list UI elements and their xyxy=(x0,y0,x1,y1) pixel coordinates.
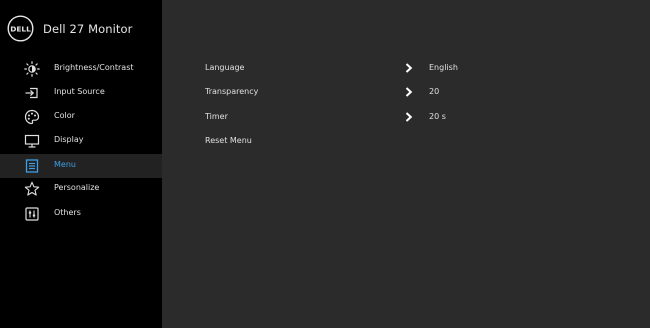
option-language[interactable]: Language English xyxy=(162,57,650,81)
sidebar-item-label: Others xyxy=(54,208,81,217)
option-timer[interactable]: Timer 20 s xyxy=(162,106,650,130)
monitor-osd: DELL Dell 27 Monitor Brightness/Contrast… xyxy=(0,0,653,328)
dell-logo: DELL xyxy=(7,15,34,42)
sidebar-item-menu[interactable]: Menu xyxy=(0,154,162,178)
option-value: English xyxy=(429,63,458,72)
sidebar: DELL Dell 27 Monitor Brightness/Contrast… xyxy=(0,0,162,328)
display-monitor-icon xyxy=(24,134,40,148)
sidebar-item-label: Color xyxy=(54,111,75,120)
sidebar-item-color[interactable]: Color xyxy=(0,105,162,129)
option-label: Timer xyxy=(205,112,228,121)
sidebar-item-label: Input Source xyxy=(54,87,105,96)
option-reset-menu[interactable]: Reset Menu xyxy=(162,130,650,154)
chevron-right-icon xyxy=(405,63,413,73)
chevron-right-icon xyxy=(405,87,413,97)
option-label: Language xyxy=(205,63,245,72)
logo-header: DELL Dell 27 Monitor xyxy=(0,0,162,58)
star-icon xyxy=(24,181,40,196)
sidebar-item-label: Personalize xyxy=(54,183,100,192)
menu-options-panel: Language English Transparency 20 Timer 2… xyxy=(162,0,650,328)
sidebar-item-label: Brightness/Contrast xyxy=(54,63,134,72)
sidebar-item-input-source[interactable]: Input Source xyxy=(0,81,162,105)
others-icon xyxy=(25,207,39,221)
option-value: 20 xyxy=(429,87,440,96)
sidebar-item-display[interactable]: Display xyxy=(0,129,162,153)
sidebar-item-label: Display xyxy=(54,135,84,144)
input-source-icon xyxy=(25,87,38,99)
brightness-icon xyxy=(24,61,40,77)
sidebar-item-personalize[interactable]: Personalize xyxy=(0,177,162,201)
sidebar-item-label: Menu xyxy=(54,160,76,169)
color-palette-icon xyxy=(24,109,40,125)
option-label: Transparency xyxy=(205,87,259,96)
sidebar-item-others[interactable]: Others xyxy=(0,202,162,226)
dell-logo-text: DELL xyxy=(10,24,31,33)
sidebar-item-brightness-contrast[interactable]: Brightness/Contrast xyxy=(0,57,162,81)
chevron-right-icon xyxy=(405,112,413,122)
option-value: 20 s xyxy=(429,112,446,121)
menu-icon xyxy=(25,159,39,173)
model-name: Dell 27 Monitor xyxy=(43,22,133,36)
option-label: Reset Menu xyxy=(205,136,252,145)
option-transparency[interactable]: Transparency 20 xyxy=(162,81,650,105)
